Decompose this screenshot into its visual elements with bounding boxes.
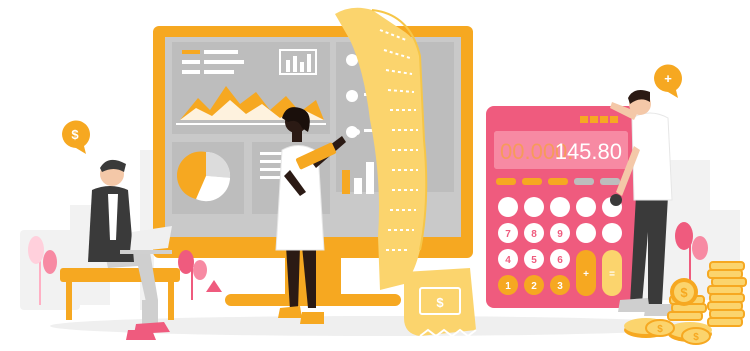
svg-text:3: 3 xyxy=(557,281,563,292)
key-9[interactable]: 9 xyxy=(550,223,570,243)
blank-key[interactable] xyxy=(576,197,596,217)
key-7[interactable]: 7 xyxy=(498,223,518,243)
svg-text:$: $ xyxy=(693,332,699,343)
dollar-badge-symbol: $ xyxy=(71,127,79,142)
coin-dollar-icon: $ xyxy=(670,278,698,306)
svg-text:=: = xyxy=(609,269,615,280)
coin-dollar-icon: $ xyxy=(645,319,675,337)
dollar-badge-icon: $ xyxy=(62,120,90,154)
function-key[interactable] xyxy=(548,178,568,185)
svg-text:2: 2 xyxy=(531,281,537,292)
key-8[interactable]: 8 xyxy=(524,223,544,243)
finance-illustration: $ 00.000. 145.80 7 8 9 4 5 6 1 2 3 + = $… xyxy=(20,7,747,345)
plus-badge-symbol: + xyxy=(664,71,672,86)
blank-key[interactable] xyxy=(524,197,544,217)
key-5[interactable]: 5 xyxy=(524,249,544,269)
function-key[interactable] xyxy=(496,178,516,185)
receipt-dollar-symbol: $ xyxy=(436,295,444,310)
function-key[interactable] xyxy=(600,178,620,185)
svg-text:8: 8 xyxy=(531,229,537,240)
key-plus[interactable]: + xyxy=(576,250,596,296)
blank-key[interactable] xyxy=(602,223,622,243)
plus-badge-icon: + xyxy=(654,64,682,98)
coin-dollar-icon: $ xyxy=(681,327,711,345)
calculator-display-value: 145.80 xyxy=(555,139,622,164)
key-2[interactable]: 2 xyxy=(524,275,544,295)
bench-seat xyxy=(60,268,180,282)
svg-text:6: 6 xyxy=(557,255,563,266)
blank-key[interactable] xyxy=(576,223,596,243)
blank-key[interactable] xyxy=(498,197,518,217)
function-key[interactable] xyxy=(574,178,594,185)
laptop xyxy=(130,226,172,252)
key-4[interactable]: 4 xyxy=(498,249,518,269)
svg-text:$: $ xyxy=(680,285,688,300)
function-key[interactable] xyxy=(522,178,542,185)
key-1[interactable]: 1 xyxy=(498,275,518,295)
key-equals[interactable]: = xyxy=(602,250,622,296)
blank-key[interactable] xyxy=(550,197,570,217)
svg-text:5: 5 xyxy=(531,255,537,266)
svg-text:$: $ xyxy=(657,324,663,335)
svg-text:+: + xyxy=(583,269,589,280)
key-3[interactable]: 3 xyxy=(550,275,570,295)
calculator: 00.000. 145.80 7 8 9 4 5 6 1 2 3 + = xyxy=(486,106,636,308)
svg-text:1: 1 xyxy=(505,281,511,292)
svg-text:9: 9 xyxy=(557,229,563,240)
svg-text:4: 4 xyxy=(505,255,511,266)
svg-text:7: 7 xyxy=(505,229,511,240)
key-6[interactable]: 6 xyxy=(550,249,570,269)
